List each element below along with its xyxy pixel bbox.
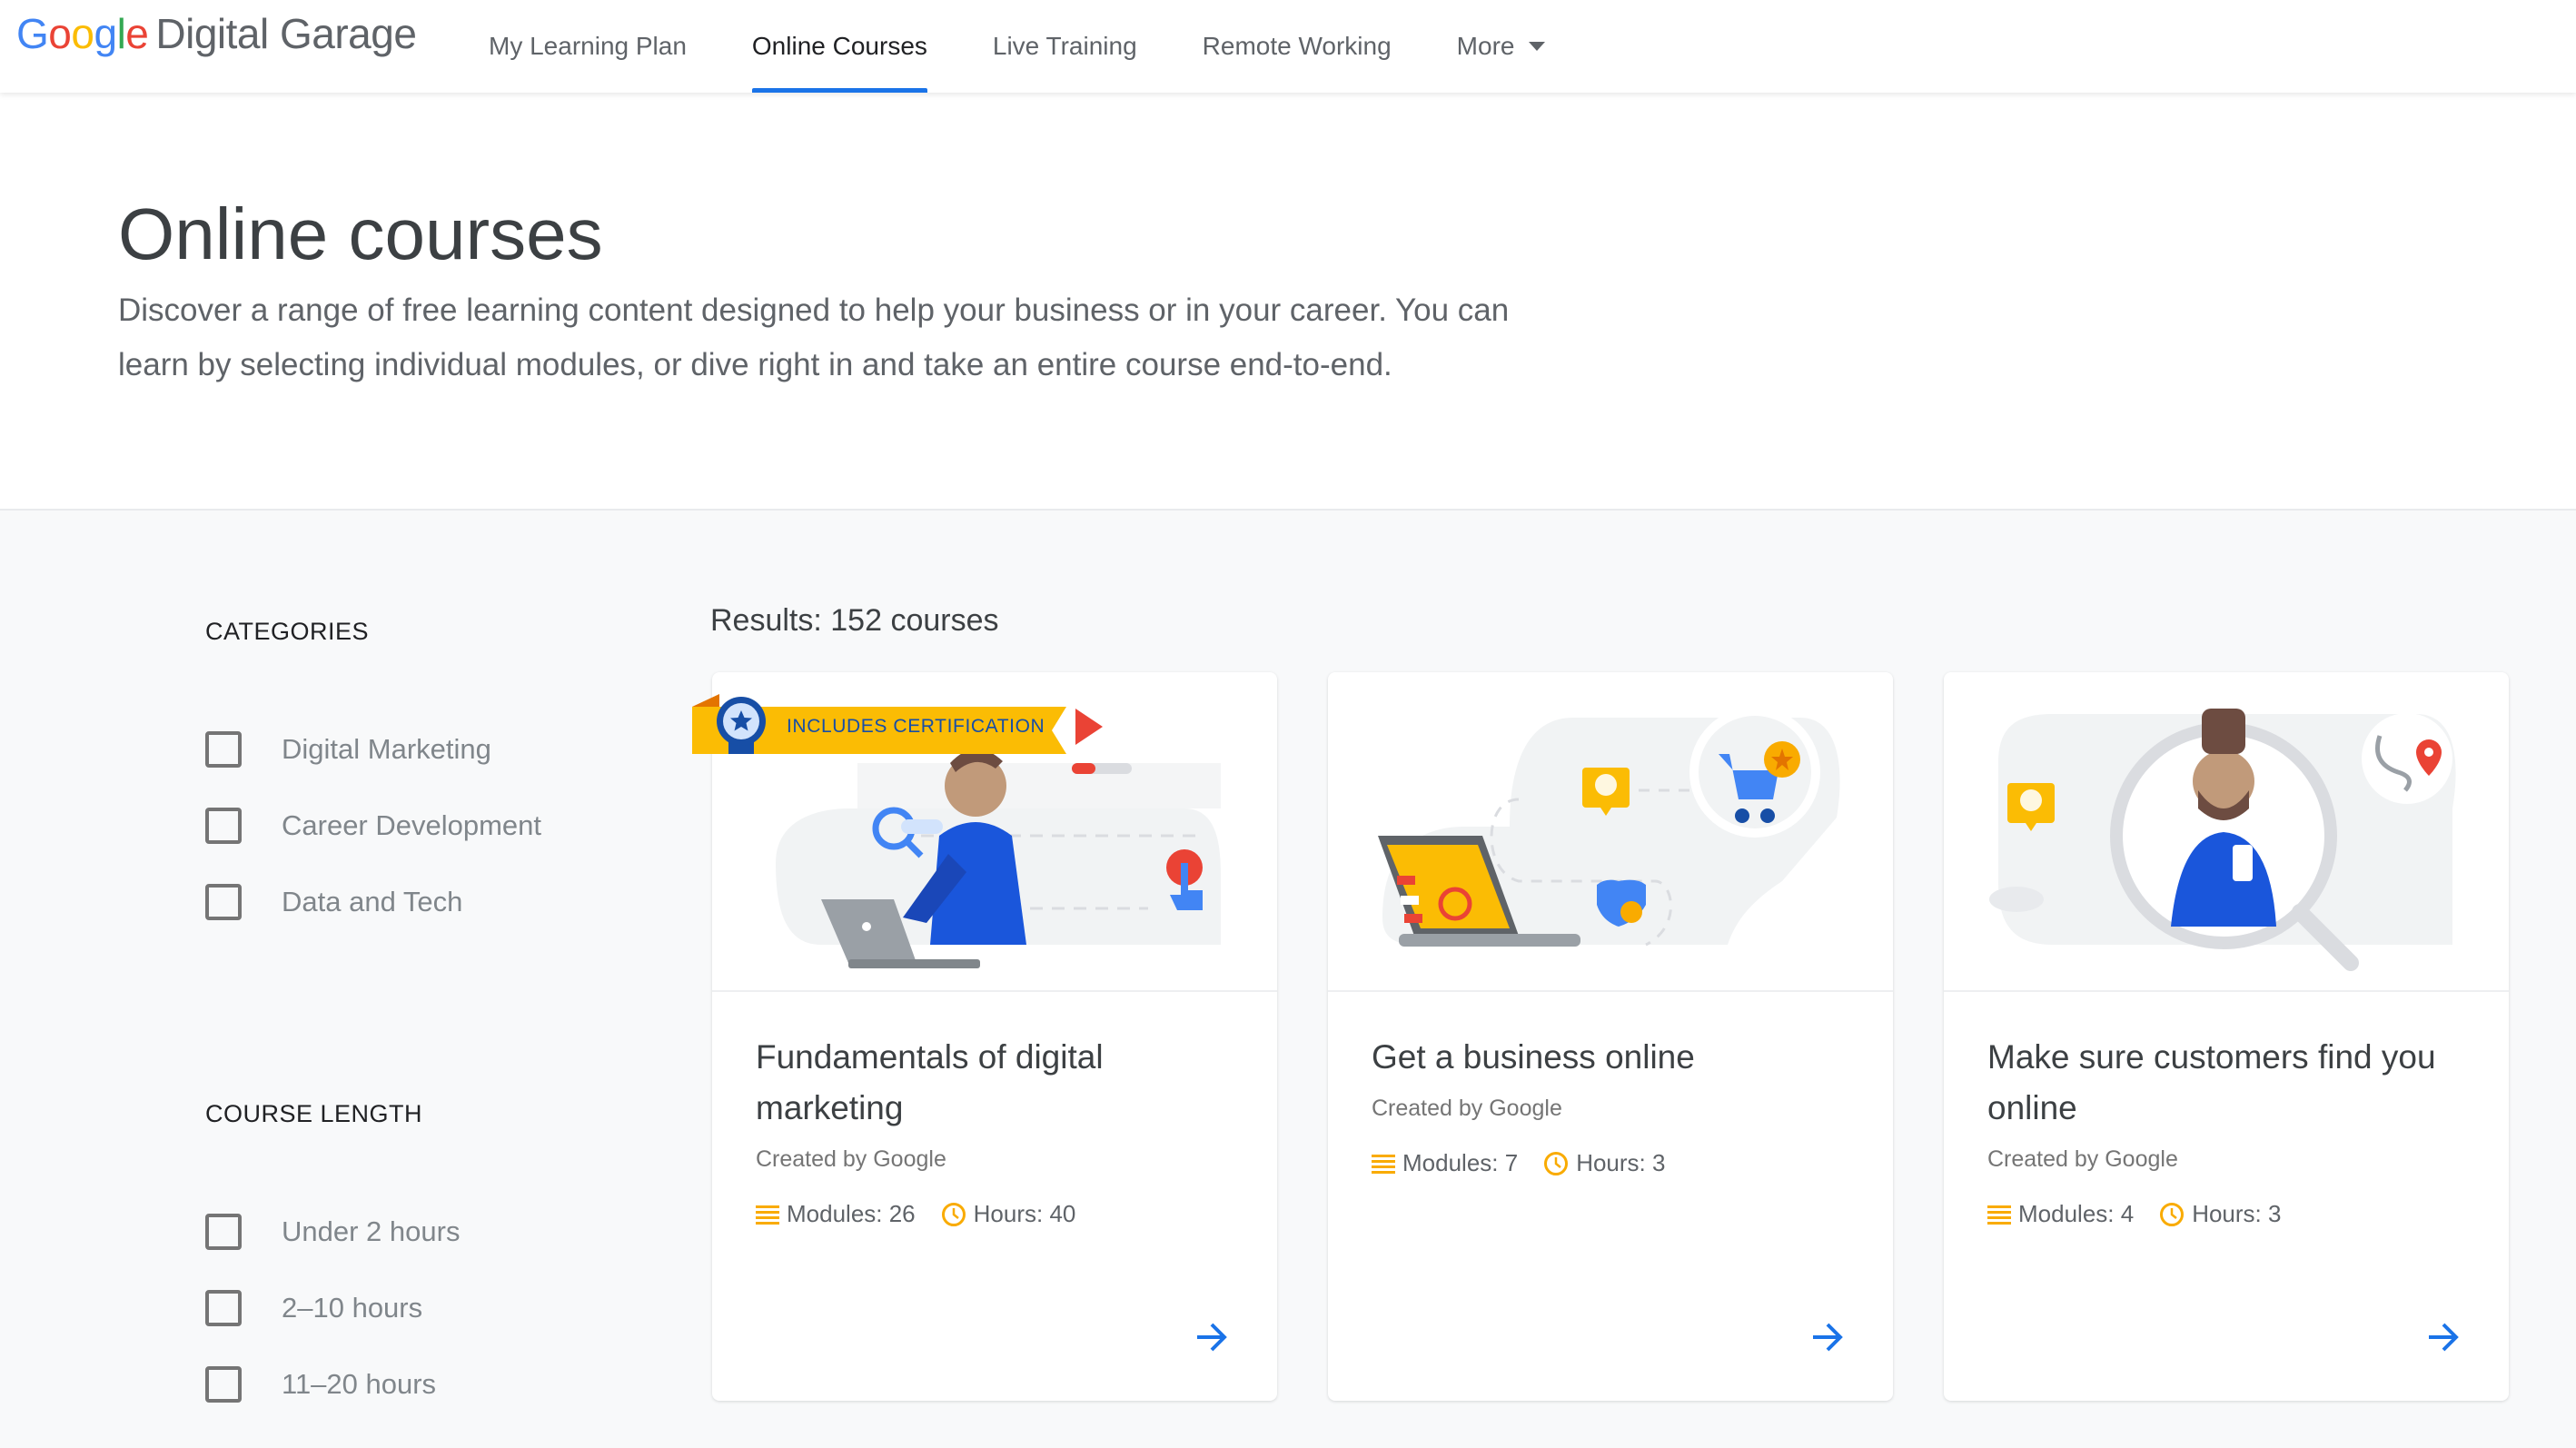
course-author: Created by Google <box>1372 1096 1562 1121</box>
hours-label: Hours: 40 <box>973 1200 1076 1227</box>
arrow-right-icon[interactable] <box>1192 1317 1232 1357</box>
filter-sidebar: CATEGORIES Digital Marketing Career Deve… <box>205 618 623 1423</box>
course-card-body: Fundamentals of digital marketing Create… <box>756 1032 1246 1228</box>
logo-letter: g <box>94 10 117 57</box>
modules-count: Modules: 4 <box>1987 1200 2134 1228</box>
course-length-heading: COURSE LENGTH <box>205 1100 423 1127</box>
filter-label: Career Development <box>282 809 542 841</box>
filter-data-and-tech[interactable]: Data and Tech <box>205 864 623 940</box>
filter-label: 11–20 hours <box>282 1368 437 1400</box>
modules-label: Modules: 26 <box>787 1200 916 1227</box>
nav-item-label: More <box>1456 32 1515 60</box>
page-description: Discover a range of free learning conten… <box>118 293 1510 382</box>
course-card[interactable]: Make sure customers find you online Crea… <box>1944 672 2509 1401</box>
filter-11-20-hours[interactable]: 11–20 hours <box>205 1346 623 1423</box>
hours-count: Hours: 40 <box>941 1200 1076 1228</box>
nav-item-online-courses[interactable]: Online Courses <box>751 0 927 93</box>
course-title[interactable]: Get a business online <box>1372 1032 1862 1083</box>
course-title[interactable]: Make sure customers find you online <box>1987 1032 2478 1134</box>
business-online-illustration <box>1378 707 1840 947</box>
filter-2-10-hours[interactable]: 2–10 hours <box>205 1270 623 1346</box>
certification-badge-label: INCLUDES CERTIFICATION <box>787 716 1045 737</box>
logo-letter: l <box>116 10 126 57</box>
filter-digital-marketing[interactable]: Digital Marketing <box>205 711 623 788</box>
caret-down-icon <box>1529 42 1546 51</box>
hours-count: Hours: 3 <box>1543 1149 1665 1177</box>
course-card-body: Make sure customers find you online Crea… <box>1987 1032 2478 1228</box>
course-meta: Modules: 26 Hours: 40 <box>756 1200 1246 1228</box>
checkbox[interactable] <box>205 1214 242 1250</box>
main-nav: My Learning Plan Online Courses Live Tra… <box>489 0 1610 93</box>
filter-career-development[interactable]: Career Development <box>205 788 623 864</box>
hours-label: Hours: 3 <box>2192 1200 2282 1227</box>
google-digital-garage-logo[interactable]: Google Digital Garage <box>16 9 417 58</box>
categories-heading: CATEGORIES <box>205 618 370 645</box>
course-length-filter-group: COURSE LENGTH Under 2 hours 2–10 hours 1… <box>205 1100 623 1423</box>
checkbox[interactable] <box>205 1366 242 1403</box>
list-icon <box>1372 1154 1395 1174</box>
course-card[interactable]: Get a business online Created by Google … <box>1328 672 1893 1401</box>
page-title: Online courses <box>118 193 603 274</box>
modules-count: Modules: 26 <box>756 1200 916 1228</box>
clock-icon <box>941 1202 966 1226</box>
clock-icon <box>2160 1202 2185 1226</box>
course-illustration <box>1328 672 1893 992</box>
course-author: Created by Google <box>756 1146 946 1172</box>
nav-item-label: Online Courses <box>751 32 927 60</box>
course-author: Created by Google <box>1987 1146 2178 1172</box>
categories-filter-group: CATEGORIES Digital Marketing Career Deve… <box>205 618 623 940</box>
hero-section: Online courses Discover a range of free … <box>0 93 2576 511</box>
nav-item-live-training[interactable]: Live Training <box>993 0 1137 93</box>
course-illustration <box>1944 672 2509 992</box>
find-customers-illustration <box>1989 709 2456 971</box>
course-title[interactable]: Fundamentals of digital marketing <box>756 1032 1246 1134</box>
filter-label: Data and Tech <box>282 886 463 917</box>
course-card-body: Get a business online Created by Google … <box>1372 1032 1862 1177</box>
logo-letter: G <box>16 10 49 57</box>
logo-letter: e <box>125 10 149 57</box>
google-wordmark: Google <box>16 9 149 58</box>
filter-under-2-hours[interactable]: Under 2 hours <box>205 1194 623 1270</box>
filter-label: Under 2 hours <box>282 1215 461 1247</box>
filter-label: Digital Marketing <box>282 733 491 765</box>
arrow-right-icon[interactable] <box>1808 1317 1848 1357</box>
hours-label: Hours: 3 <box>1576 1149 1666 1176</box>
play-icon <box>1075 709 1103 745</box>
brand-name: Digital Garage <box>155 10 417 57</box>
clock-icon <box>1544 1151 1569 1175</box>
arrow-right-icon[interactable] <box>2423 1317 2463 1357</box>
course-meta: Modules: 4 Hours: 3 <box>1987 1200 2478 1228</box>
nav-item-more[interactable]: More <box>1457 0 1546 93</box>
modules-label: Modules: 7 <box>1402 1149 1519 1176</box>
list-icon <box>756 1205 779 1225</box>
nav-item-remote-working[interactable]: Remote Working <box>1203 0 1392 93</box>
course-card[interactable]: INCLUDES CERTIFICATION Fundamentals of d… <box>692 672 1277 1401</box>
nav-item-my-learning-plan[interactable]: My Learning Plan <box>489 0 687 93</box>
logo-letter: o <box>71 10 94 57</box>
nav-item-label: Live Training <box>992 32 1137 60</box>
checkbox[interactable] <box>205 731 242 768</box>
modules-count: Modules: 7 <box>1372 1149 1518 1177</box>
list-icon <box>1987 1205 2011 1225</box>
checkbox[interactable] <box>205 884 242 920</box>
course-illustration: INCLUDES CERTIFICATION <box>692 672 1277 992</box>
filter-label: 2–10 hours <box>282 1292 423 1324</box>
modules-label: Modules: 4 <box>2018 1200 2135 1227</box>
results-count: Results: 152 courses <box>710 603 999 638</box>
hours-count: Hours: 3 <box>2159 1200 2281 1228</box>
checkbox[interactable] <box>205 808 242 844</box>
nav-item-label: My Learning Plan <box>489 32 687 60</box>
nav-item-label: Remote Working <box>1202 32 1392 60</box>
logo-letter: o <box>48 10 72 57</box>
checkbox[interactable] <box>205 1290 242 1326</box>
top-navigation-bar: Google Digital Garage My Learning Plan O… <box>0 0 2576 93</box>
course-meta: Modules: 7 Hours: 3 <box>1372 1149 1862 1177</box>
